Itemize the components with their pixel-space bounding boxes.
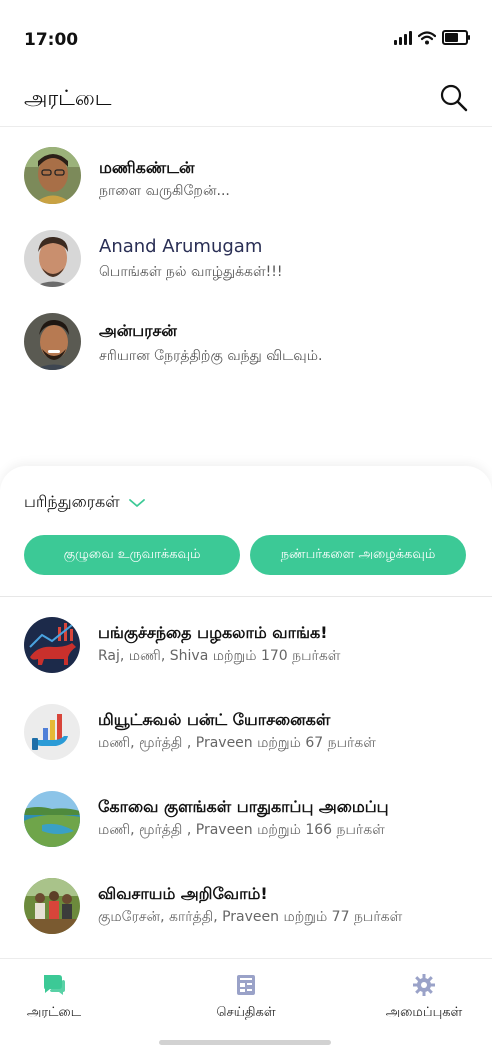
chat-item[interactable]: Anand Arumugam பொங்கள் நல் வாழ்துக்கள்!!… xyxy=(0,222,492,302)
tab-label: அரட்டை xyxy=(26,1005,82,1020)
app-header: அரட்டை xyxy=(0,80,492,127)
chat-item[interactable]: மணிகண்டன் நாளை வருகிறேன்... xyxy=(0,140,492,220)
farmers-icon xyxy=(24,878,80,934)
recommendations-toggle[interactable]: பரிந்துரைகள் xyxy=(24,492,146,513)
avatar xyxy=(24,313,81,370)
group-suggestion[interactable]: பங்குச்சந்தை பழகலாம் வாங்க! Raj, மணி, Sh… xyxy=(0,617,492,697)
gear-icon xyxy=(413,974,435,996)
chat-name: மணிகண்டன் xyxy=(99,158,195,177)
bar-chart-hand-icon xyxy=(24,704,80,760)
group-suggestion[interactable]: மியூட்சுவல் பன்ட் யோசனைகள் மணி, மூர்த்தி… xyxy=(0,704,492,784)
chevron-down-icon xyxy=(128,498,145,507)
tab-label: செய்திகள் xyxy=(216,1005,276,1020)
page-title: அரட்டை xyxy=(24,86,112,110)
group-members: மணி, மூர்த்தி , Praveen மற்றும் 166 நபர்… xyxy=(98,822,385,838)
chat-bubble-icon xyxy=(44,975,65,995)
chat-preview: பொங்கள் நல் வாழ்துக்கள்!!! xyxy=(99,264,283,280)
group-suggestion[interactable]: விவசாயம் அறிவோம்! குமரேசன், கார்த்தி, Pr… xyxy=(0,878,492,958)
tab-label: அமைப்புகள் xyxy=(385,1005,463,1020)
status-bar: 17:00 xyxy=(0,0,492,80)
avatar xyxy=(24,230,81,287)
tab-news[interactable]: செய்திகள் xyxy=(200,973,292,1021)
create-group-button[interactable]: குழுவை உருவாக்கவும் xyxy=(24,535,240,575)
recommendations-title: பரிந்துரைகள் xyxy=(24,492,120,511)
divider xyxy=(0,596,492,597)
tab-chat[interactable]: அரட்டை xyxy=(14,973,94,1021)
search-icon xyxy=(440,84,468,112)
chat-preview: சரியான நேரத்திற்கு வந்து விடவும். xyxy=(99,348,323,364)
search-button[interactable] xyxy=(438,82,470,114)
group-name: கோவை குளங்கள் பாதுகாப்பு அமைப்பு xyxy=(98,797,389,816)
cellular-signal-icon xyxy=(394,30,412,45)
tab-settings[interactable]: அமைப்புகள் xyxy=(372,973,476,1021)
group-members: குமரேசன், கார்த்தி, Praveen மற்றும் 77 ந… xyxy=(98,909,403,925)
status-icons xyxy=(394,30,470,45)
battery-icon xyxy=(442,30,470,45)
avatar xyxy=(24,147,81,204)
group-name: மியூட்சுவல் பன்ட் யோசனைகள் xyxy=(98,710,331,729)
bottom-tab-bar: அரட்டை செய்திகள் அமைப்புகள் xyxy=(0,958,492,1062)
group-suggestion[interactable]: கோவை குளங்கள் பாதுகாப்பு அமைப்பு மணி, மூ… xyxy=(0,791,492,871)
group-name: விவசாயம் அறிவோம்! xyxy=(98,884,268,903)
recommendation-actions: குழுவை உருவாக்கவும் நண்பர்களை அழைக்கவும் xyxy=(24,535,466,575)
invite-friends-button[interactable]: நண்பர்களை அழைக்கவும் xyxy=(250,535,466,575)
recommendations-card: பரிந்துரைகள் குழுவை உருவாக்கவும் நண்பர்க… xyxy=(0,466,492,966)
group-members: மணி, மூர்த்தி , Praveen மற்றும் 67 நபர்க… xyxy=(98,735,376,751)
group-name: பங்குச்சந்தை பழகலாம் வாங்க! xyxy=(98,623,328,642)
chat-item[interactable]: அன்பரசன் சரியான நேரத்திற்கு வந்து விடவும… xyxy=(0,304,492,384)
home-indicator[interactable] xyxy=(159,1040,331,1045)
stock-bull-icon xyxy=(24,617,80,673)
group-members: Raj, மணி, Shiva மற்றும் 170 நபர்கள் xyxy=(98,648,341,664)
wifi-icon xyxy=(418,30,436,44)
lake-icon xyxy=(24,791,80,847)
chat-name: அன்பரசன் xyxy=(99,321,177,340)
status-time: 17:00 xyxy=(24,30,79,50)
chat-preview: நாளை வருகிறேன்... xyxy=(99,183,230,199)
chat-name: Anand Arumugam xyxy=(99,236,263,257)
news-icon xyxy=(237,975,255,995)
